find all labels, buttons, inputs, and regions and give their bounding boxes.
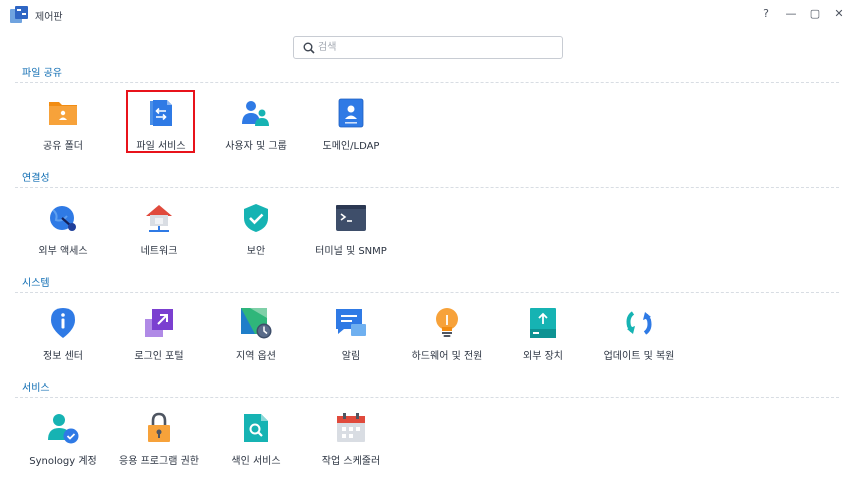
search-box[interactable] bbox=[293, 36, 563, 59]
hardware-power-icon bbox=[436, 308, 458, 337]
section-title-connectivity: 연결성 bbox=[22, 173, 50, 184]
info-center-icon bbox=[51, 308, 75, 338]
synology-account-icon bbox=[48, 414, 79, 444]
section-title-services: 서비스 bbox=[22, 383, 50, 394]
terminal-icon bbox=[336, 205, 366, 231]
title-bar: 제어판 ? — ▢ ✕ bbox=[0, 0, 855, 30]
help-button[interactable]: ? bbox=[759, 7, 773, 21]
minimize-button[interactable]: — bbox=[784, 7, 798, 21]
section-title-system: 시스템 bbox=[22, 278, 50, 289]
user-group-icon bbox=[242, 101, 269, 126]
task-scheduler-icon bbox=[337, 413, 365, 442]
section-title-file-sharing: 파일 공유 bbox=[22, 68, 62, 79]
regional-options-icon bbox=[241, 308, 272, 339]
maximize-button[interactable]: ▢ bbox=[808, 7, 822, 21]
domain-ldap-icon bbox=[338, 98, 364, 128]
item-label: 터미널 및 SNMP bbox=[315, 246, 387, 257]
search-icon bbox=[303, 42, 315, 54]
item-update-restore[interactable]: 업데이트 및 복원 bbox=[594, 307, 684, 367]
item-task-scheduler[interactable]: 작업 스케줄러 bbox=[306, 412, 396, 472]
item-label: 도메인/LDAP bbox=[322, 141, 380, 152]
section-divider bbox=[15, 82, 839, 83]
external-access-icon bbox=[50, 206, 76, 231]
shared-folder-icon bbox=[49, 102, 77, 125]
notification-icon bbox=[336, 309, 366, 336]
indexing-service-icon bbox=[244, 414, 268, 442]
item-label: 작업 스케줄러 bbox=[321, 456, 381, 467]
item-shared-folder[interactable]: 공유 폴더 bbox=[18, 97, 108, 157]
item-domain-ldap[interactable]: 도메인/LDAP bbox=[306, 97, 396, 157]
control-panel-app-icon bbox=[10, 6, 28, 23]
application-privileges-icon bbox=[148, 412, 170, 442]
search-input[interactable] bbox=[318, 40, 554, 55]
network-icon bbox=[146, 205, 172, 232]
section-divider bbox=[15, 292, 839, 293]
section-divider bbox=[15, 397, 839, 398]
external-devices-icon bbox=[530, 308, 556, 338]
login-portal-icon bbox=[145, 309, 173, 337]
selection-highlight bbox=[126, 90, 195, 153]
item-label: 업데이트 및 복원 bbox=[603, 351, 675, 362]
item-terminal-snmp[interactable]: 터미널 및 SNMP bbox=[306, 202, 396, 262]
security-shield-icon bbox=[244, 204, 268, 232]
window-title: 제어판 bbox=[35, 12, 63, 23]
close-button[interactable]: ✕ bbox=[832, 7, 846, 21]
section-divider bbox=[15, 187, 839, 188]
update-restore-icon bbox=[626, 311, 652, 335]
